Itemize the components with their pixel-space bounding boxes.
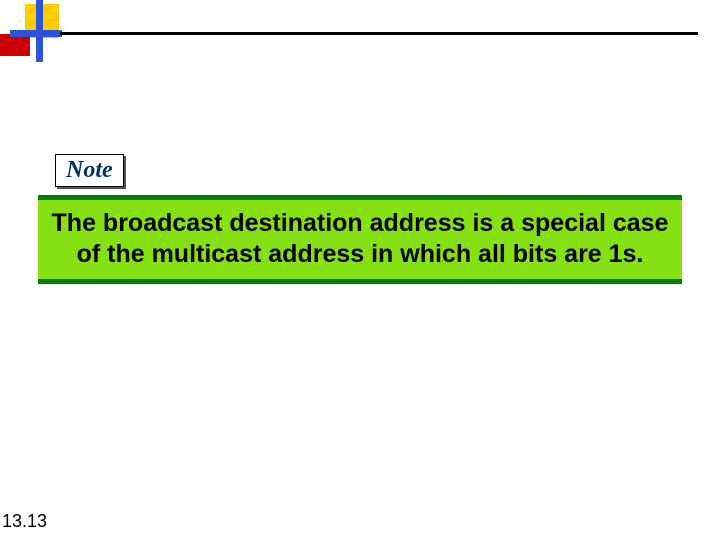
page-number: 13.13 bbox=[2, 511, 47, 532]
slide-logo bbox=[0, 0, 65, 65]
note-body-container: The broadcast destination address is a s… bbox=[38, 195, 682, 284]
top-divider bbox=[60, 32, 698, 35]
note-bottom-bar bbox=[38, 279, 682, 284]
note-body-text: The broadcast destination address is a s… bbox=[38, 200, 682, 279]
logo-red-block bbox=[0, 34, 30, 56]
note-label: Note bbox=[55, 154, 124, 187]
logo-blue-vertical bbox=[36, 0, 43, 62]
